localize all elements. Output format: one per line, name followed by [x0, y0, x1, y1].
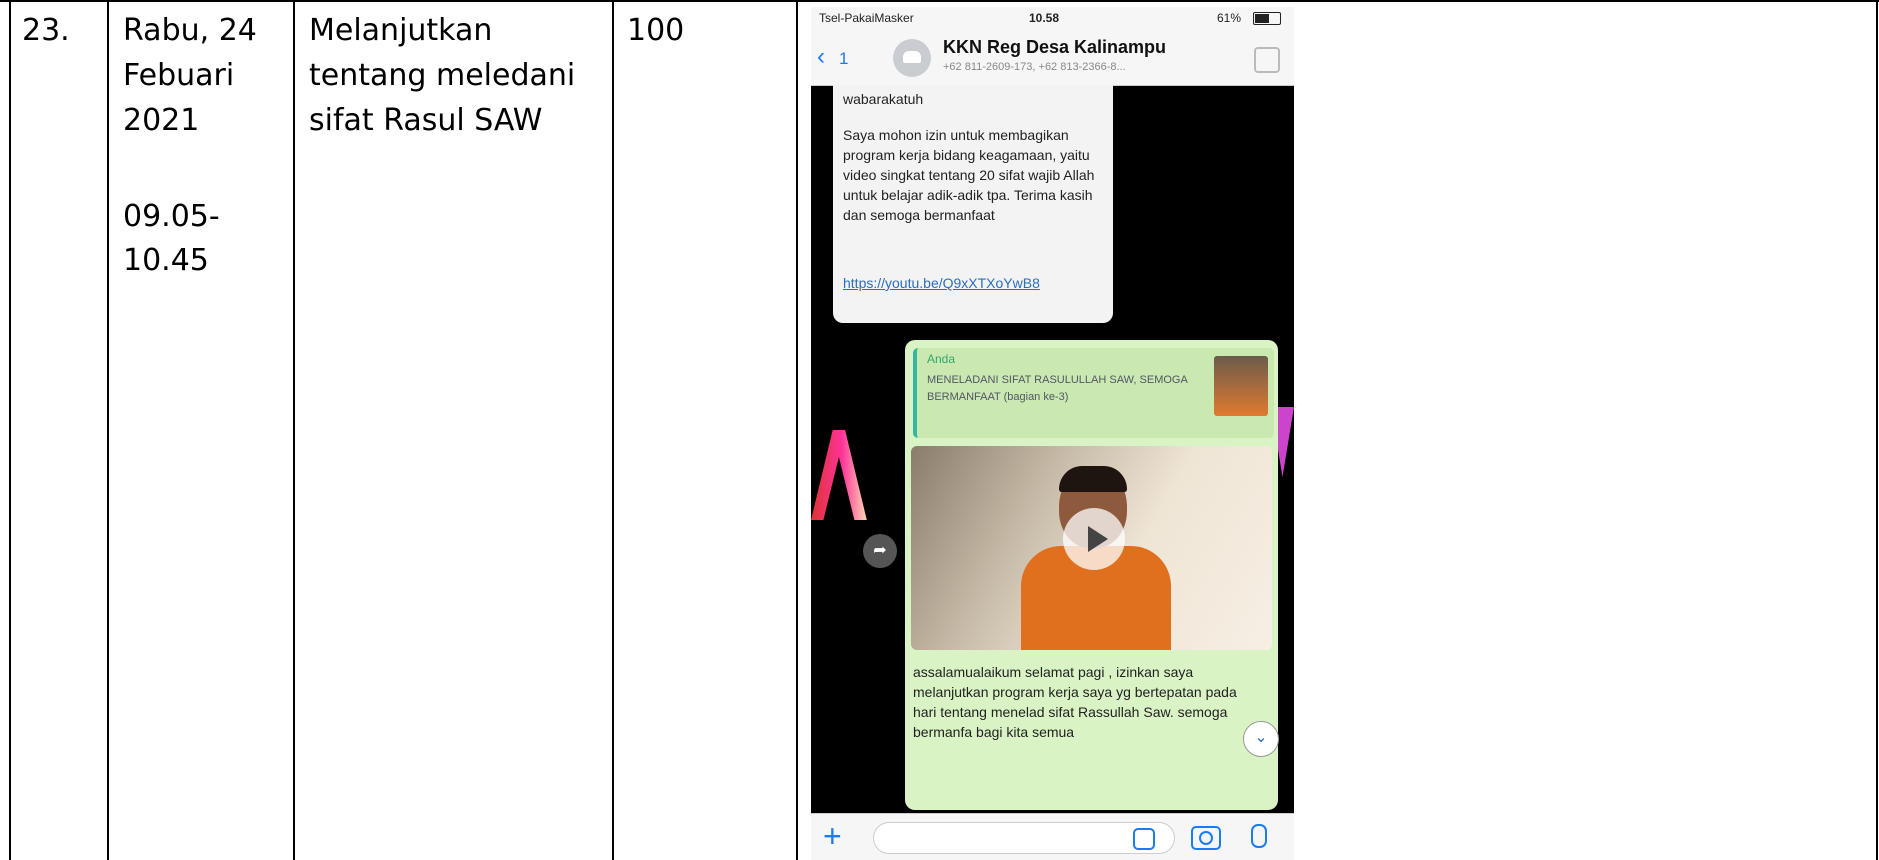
outgoing-message: Anda MENELADANI SIFAT RASULULLAH SAW, SE… [905, 340, 1278, 810]
activity-line: tentang meledani [309, 58, 576, 93]
battery-percent: 61% [1217, 11, 1242, 25]
back-chevron-icon[interactable]: ‹ [817, 43, 825, 71]
message-input[interactable] [873, 822, 1175, 854]
message-input-bar: + [811, 813, 1294, 860]
status-time: 10.58 [1029, 11, 1060, 25]
quoted-reply[interactable]: Anda MENELADANI SIFAT RASULULLAH SAW, SE… [913, 348, 1274, 438]
activity-line: sifat Rasul SAW [309, 103, 543, 138]
table-column-divider-1 [107, 0, 109, 860]
chat-header: ‹ 1 KKN Reg Desa Kalinampu +62 811-2609-… [811, 29, 1294, 86]
whatsapp-screenshot: Tsel-PakaiMasker 10.58 61% ‹ 1 KKN Reg D… [811, 7, 1294, 860]
reply-sender: Anda [927, 352, 956, 366]
incoming-message: wabarakatuh Saya mohon izin untuk membag… [833, 85, 1113, 323]
date-line: Febuari [123, 58, 235, 93]
table-column-divider-2 [293, 0, 295, 860]
table-border-left [9, 0, 11, 860]
activity-line: Melanjutkan [309, 13, 493, 48]
time-line: 10.45 [123, 243, 209, 278]
table-column-divider-4 [796, 0, 798, 860]
forward-icon[interactable]: ➦ [863, 534, 897, 568]
status-bar: Tsel-PakaiMasker 10.58 61% [811, 7, 1294, 29]
table-border-right [1876, 0, 1878, 860]
call-icon[interactable] [1254, 47, 1280, 73]
camera-icon[interactable] [1191, 826, 1221, 850]
time-line: 09.05- [123, 199, 220, 234]
scroll-down-icon[interactable]: ⌄ [1243, 721, 1279, 757]
video-preview[interactable] [911, 446, 1272, 650]
table-column-divider-3 [612, 0, 614, 860]
table-border-top [0, 0, 1879, 2]
date-line: 2021 [123, 103, 200, 138]
chat-title[interactable]: KKN Reg Desa Kalinampu [943, 37, 1166, 58]
score-cell: 100 [627, 13, 685, 48]
back-count[interactable]: 1 [839, 49, 848, 69]
plus-icon[interactable]: + [823, 818, 842, 854]
group-avatar[interactable] [893, 39, 931, 77]
microphone-icon[interactable] [1251, 824, 1267, 848]
wallpaper-art [811, 430, 867, 520]
play-icon[interactable] [1063, 508, 1125, 570]
reply-thumbnail [1214, 356, 1268, 416]
message-body: Saya mohon izin untuk membagikan program… [843, 127, 1095, 223]
row-number: 23. [22, 13, 70, 48]
date-line: Rabu, 24 [123, 13, 257, 48]
message-greeting: wabarakatuh [843, 91, 924, 107]
battery-icon [1253, 12, 1281, 25]
reply-text: MENELADANI SIFAT RASULULLAH SAW, SEMOGA … [927, 374, 1188, 403]
sticker-icon[interactable] [1133, 828, 1155, 850]
message-text: assalamualaikum selamat pagi , izinkan s… [913, 664, 1237, 740]
signal-carrier: Tsel-PakaiMasker [819, 11, 914, 25]
message-link[interactable]: https://youtu.be/Q9xXTXoYwB8 [843, 273, 1105, 293]
chat-participants: +62 811-2609-173, +62 813-2366-8... [943, 61, 1126, 73]
